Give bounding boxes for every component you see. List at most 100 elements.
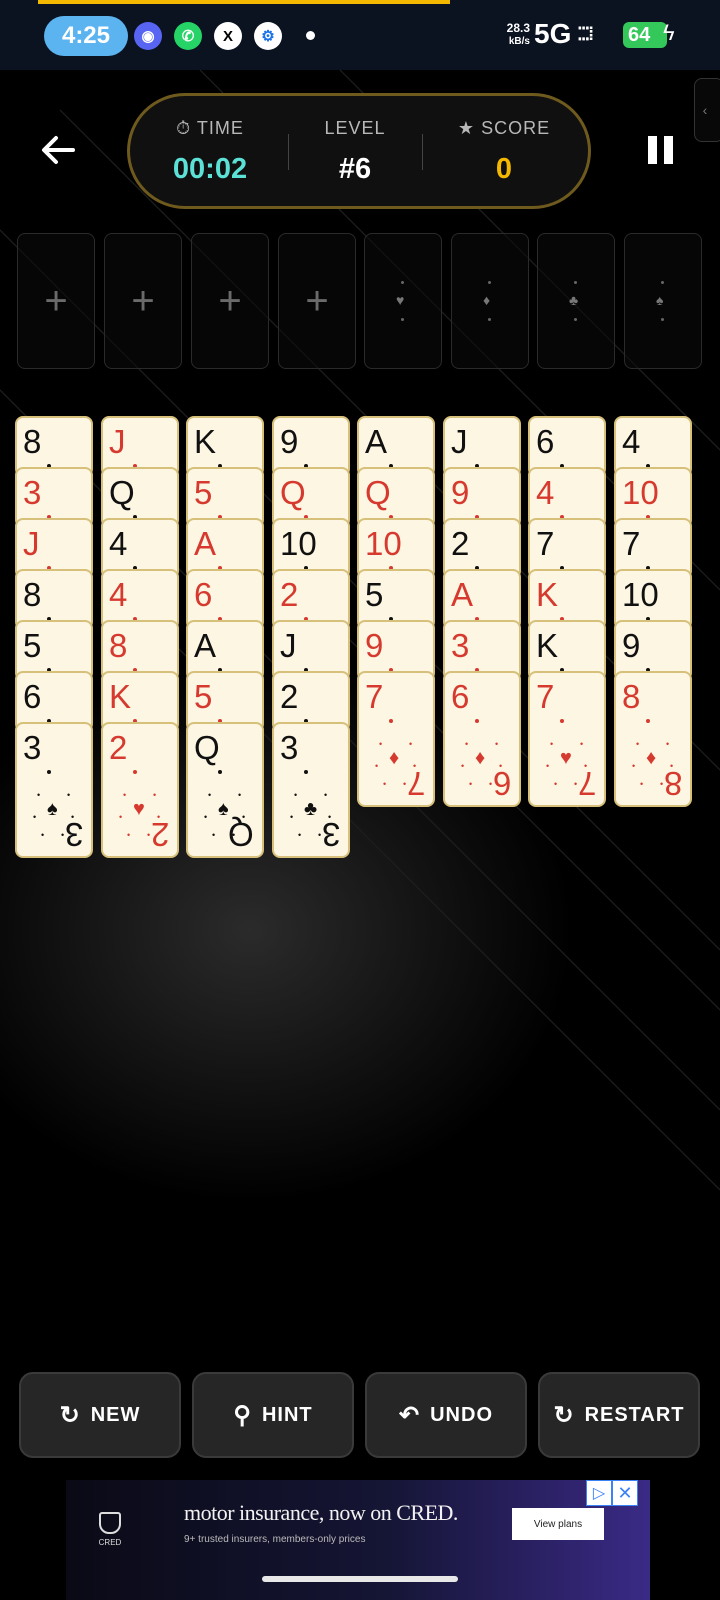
ad-headline: motor insurance, now on CRED. — [184, 1500, 458, 1525]
card-rank: K — [194, 423, 217, 460]
charging-icon: ϟ — [663, 20, 675, 45]
plus-icon: + — [305, 278, 329, 323]
chevron-left-icon: ‹ — [702, 102, 708, 118]
foundation-hearts[interactable]: ♥ — [364, 233, 442, 369]
card-rank: 10 — [280, 525, 317, 562]
card-rank: 8 — [23, 576, 42, 613]
score-label: SCORE — [481, 118, 551, 138]
score-value: 0 — [495, 153, 513, 185]
card-rank: 2 — [280, 678, 299, 715]
card-rank: 10 — [365, 525, 402, 562]
card-rank: 2 — [109, 729, 128, 766]
card-suit-icon: ♦ — [389, 747, 400, 769]
stats-panel: ⏱ TIME 00:02 LEVEL #6 ★ SCORE 0 — [127, 93, 591, 209]
card-rank: 4 — [109, 525, 128, 562]
pause-icon — [648, 136, 657, 164]
card-rank: A — [365, 423, 388, 460]
foundation-clubs[interactable]: ♣ — [537, 233, 615, 369]
card-rank-inverted: 3 — [64, 816, 83, 853]
free-cell[interactable]: + — [104, 233, 182, 369]
card-rank: 5 — [194, 678, 213, 715]
card-rank: 6 — [23, 678, 42, 715]
card-rank: 2 — [280, 576, 299, 613]
card-suit-dot — [218, 770, 222, 774]
card-rank: 7 — [536, 678, 555, 715]
card-rank: 8 — [23, 423, 42, 460]
plus-icon: + — [44, 278, 68, 323]
card-suit-icon: ♠ — [47, 798, 58, 820]
search-icon: ⚲ — [233, 1401, 252, 1429]
time-value: 00:02 — [172, 153, 248, 185]
chrome-settings-icon: ⚙ — [254, 22, 282, 50]
free-cell[interactable]: + — [278, 233, 356, 369]
card-rank: 3 — [451, 627, 470, 664]
card-rank: 5 — [365, 576, 384, 613]
undo-button[interactable]: ↶ UNDO — [365, 1372, 527, 1458]
ad-cta-button[interactable]: View plans — [512, 1508, 604, 1540]
plus-icon: + — [131, 278, 155, 323]
card-rank-inverted: Q — [228, 816, 254, 853]
card-rank: 4 — [109, 576, 128, 613]
time-label: TIME — [196, 118, 244, 138]
card-rank: 3 — [23, 474, 42, 511]
card-suit-dot — [304, 770, 308, 774]
card-rank: 4 — [536, 474, 555, 511]
refresh-icon: ↻ — [553, 1401, 575, 1429]
card-rank: J — [280, 627, 297, 664]
card-rank-inverted: 8 — [663, 765, 682, 802]
card-suit-dot — [133, 770, 137, 774]
free-cell[interactable]: + — [17, 233, 95, 369]
card-rank: 5 — [194, 474, 213, 511]
stat-divider — [422, 134, 423, 170]
hint-button[interactable]: ⚲ HINT — [192, 1372, 354, 1458]
playing-card[interactable]: 3 • • • • • • ♣ 3 — [272, 722, 350, 858]
new-game-button[interactable]: ↻ NEW — [19, 1372, 181, 1458]
undo-icon: ↶ — [399, 1401, 421, 1429]
status-bar: 4:25 ◉ ✆ X ⚙ 28.3 kB/s 5G ⁚⁚⁚⁞ 64 ϟ — [0, 0, 720, 70]
card-suit-dot — [389, 719, 393, 723]
playing-card[interactable]: 3 • • • • • • ♠ 3 — [15, 722, 93, 858]
card-suit-icon: ♦ — [646, 747, 657, 769]
ad-brand-logo: CRED — [96, 1512, 124, 1548]
ad-subtext: 9+ trusted insurers, members-only prices — [184, 1534, 366, 1545]
card-rank: 5 — [23, 627, 42, 664]
playing-card[interactable]: 6 • • • • • • ♦ 6 — [443, 671, 521, 807]
playing-card[interactable]: 7 • • • • • • ♦ 7 — [357, 671, 435, 807]
ad-banner[interactable]: CRED motor insurance, now on CRED. 9+ tr… — [66, 1480, 650, 1600]
playing-card[interactable]: 2 • • • • • • ♥ 2 — [101, 722, 179, 858]
level-value: #6 — [338, 153, 372, 185]
ad-close-button[interactable]: ✕ — [612, 1480, 638, 1506]
refresh-icon: ↻ — [59, 1401, 81, 1429]
card-rank: K — [109, 678, 132, 715]
restart-button[interactable]: ↻ RESTART — [538, 1372, 700, 1458]
score-stat: ★ SCORE 0 — [430, 96, 578, 206]
card-rank: A — [451, 576, 474, 613]
back-button[interactable] — [38, 130, 78, 170]
card-rank: 6 — [536, 423, 555, 460]
home-indicator[interactable] — [262, 1576, 458, 1582]
card-rank-inverted: 6 — [492, 765, 511, 802]
foundation-spades[interactable]: ♠ — [624, 233, 702, 369]
card-rank: 8 — [622, 678, 641, 715]
foundation-diamonds[interactable]: ♦ — [451, 233, 529, 369]
ad-choices-icon[interactable]: ▷ — [586, 1480, 612, 1506]
star-icon: ★ — [457, 118, 476, 138]
card-rank: 9 — [280, 423, 299, 460]
playing-card[interactable]: Q • • • • • • ♠ Q — [186, 722, 264, 858]
playing-card[interactable]: 8 • • • • • • ♦ 8 — [614, 671, 692, 807]
playing-card[interactable]: 7 • • • • • • ♥ 7 — [528, 671, 606, 807]
card-suit-icon: ♥ — [560, 747, 572, 769]
side-panel-handle[interactable]: ‹ — [694, 78, 720, 142]
free-cell[interactable]: + — [191, 233, 269, 369]
card-rank: A — [194, 627, 217, 664]
card-suit-dot — [475, 719, 479, 723]
card-rank: 7 — [622, 525, 641, 562]
card-suit-icon: ♦ — [475, 747, 486, 769]
card-rank: Q — [194, 729, 220, 766]
spade-icon: ♠ — [656, 292, 664, 308]
x-icon: X — [214, 22, 242, 50]
more-notifications-dot — [306, 31, 315, 40]
card-rank: Q — [280, 474, 306, 511]
pause-button[interactable] — [648, 136, 676, 166]
card-rank: 2 — [451, 525, 470, 562]
